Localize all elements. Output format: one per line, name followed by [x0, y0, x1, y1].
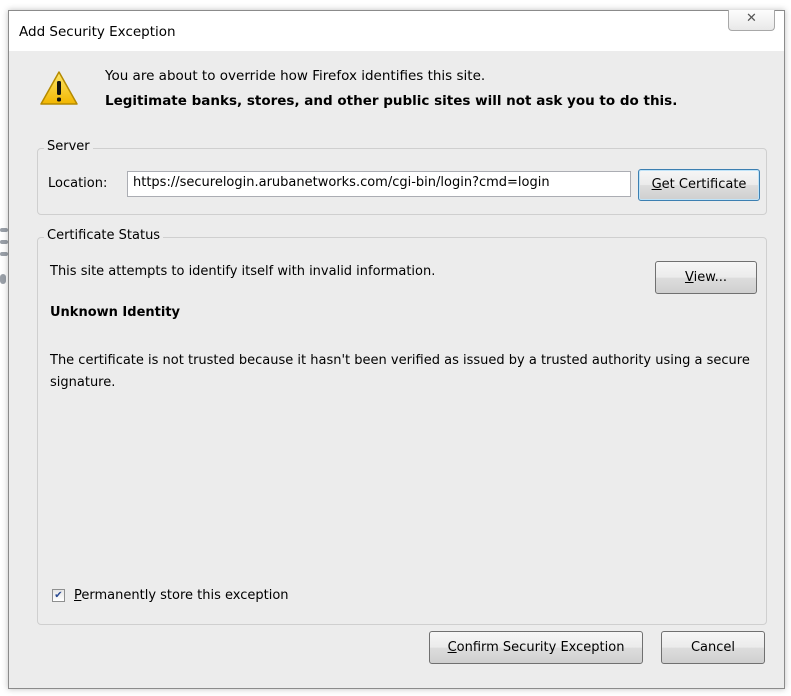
view-accel: V [684, 270, 694, 285]
checkmark-icon: ✔ [54, 590, 63, 601]
confirm-security-exception-button[interactable]: Confirm Security Exception [429, 631, 643, 664]
server-group-label: Server [44, 139, 93, 154]
status-detail: The certificate is not trusted because i… [50, 353, 750, 390]
status-summary: This site attempts to identify itself wi… [50, 264, 436, 279]
cancel-button[interactable]: Cancel [661, 631, 765, 664]
view-label: iew... [693, 270, 728, 285]
dialog-title: Add Security Exception [19, 24, 176, 40]
get-certificate-label: et Certificate [661, 177, 747, 192]
location-label: Location: [48, 176, 108, 191]
warning-message: You are about to override how Firefox id… [105, 68, 486, 84]
title-bar: Add Security Exception ✕ [9, 10, 784, 51]
warning-triangle-icon [40, 71, 78, 105]
certificate-status-label: Certificate Status [44, 228, 164, 243]
certificate-status-group: Certificate Status This site attempts to… [37, 228, 767, 625]
location-input[interactable]: https://securelogin.arubanetworks.com/cg… [127, 171, 631, 197]
confirm-label: onfirm Security Exception [456, 640, 625, 655]
view-button[interactable]: View... [655, 261, 757, 294]
get-certificate-accel: G [651, 177, 662, 192]
status-heading: Unknown Identity [50, 305, 181, 320]
permanent-store-text: ermanently store this exception [81, 588, 289, 603]
permanent-store-checkbox[interactable]: ✔ [52, 589, 65, 602]
permanent-store-label[interactable]: Permanently store this exception [74, 588, 289, 603]
warning-emphasis: Legitimate banks, stores, and other publ… [105, 93, 678, 109]
close-icon: ✕ [746, 11, 757, 26]
add-security-exception-dialog: Add Security Exception ✕ You are about t… [8, 10, 785, 689]
server-group: Server Location: https://securelogin.aru… [37, 139, 767, 215]
get-certificate-button[interactable]: Get Certificate [638, 169, 760, 201]
confirm-accel: C [447, 640, 457, 655]
close-button[interactable]: ✕ [728, 10, 775, 31]
